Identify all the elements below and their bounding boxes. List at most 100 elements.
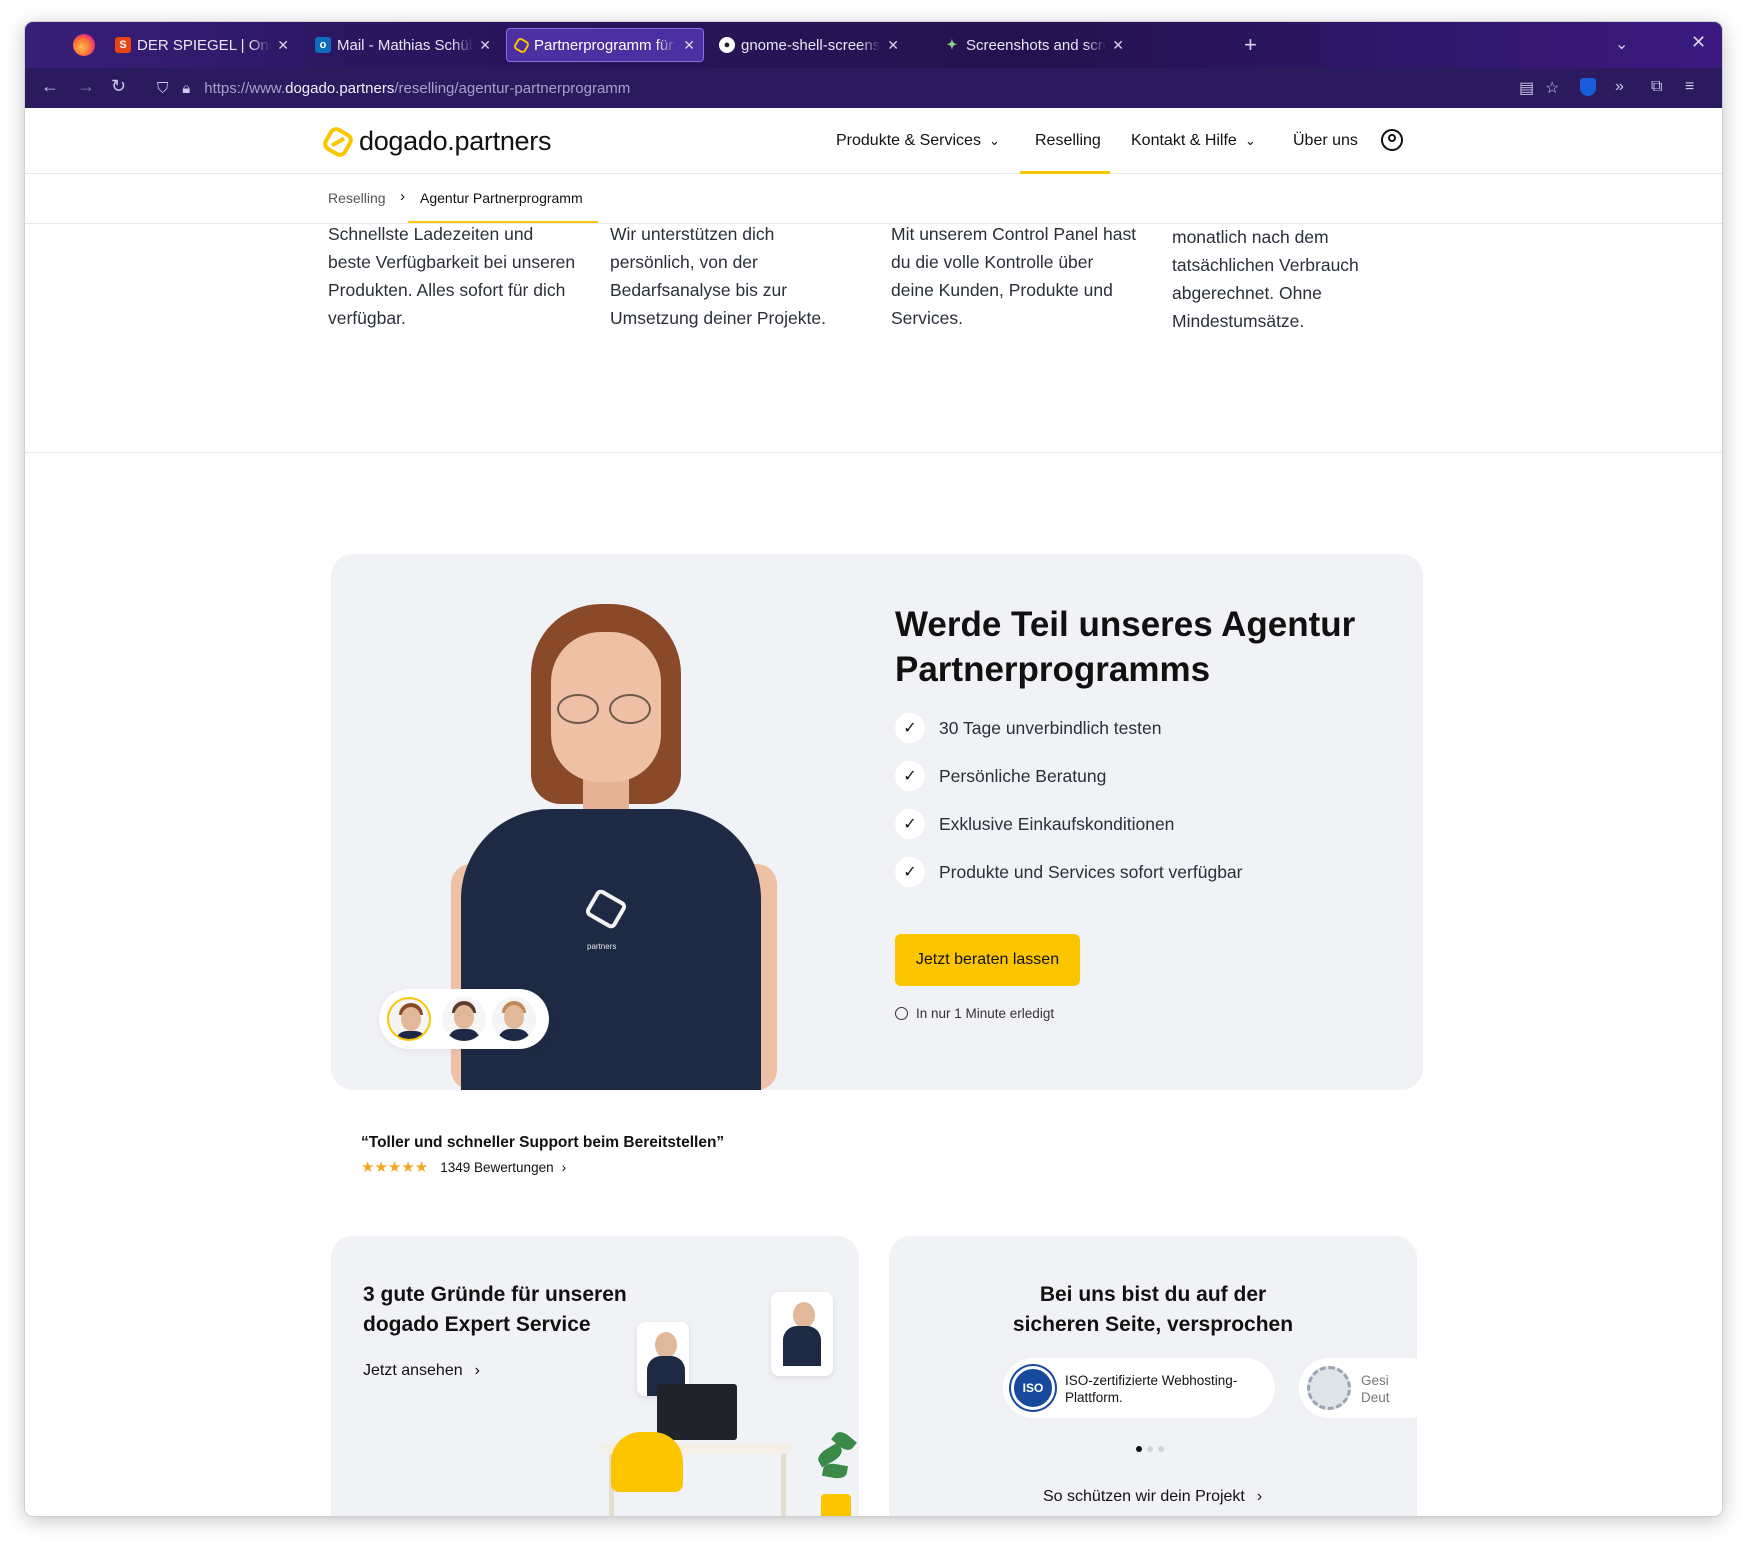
new-tab-button[interactable]: + <box>1244 32 1257 58</box>
reader-view-icon[interactable]: ▤ <box>1519 78 1534 98</box>
close-icon[interactable]: ✕ <box>277 37 289 54</box>
avatar[interactable] <box>492 997 536 1041</box>
nav-about[interactable]: Über uns <box>1293 132 1358 150</box>
reload-icon[interactable]: ↻ <box>111 76 126 97</box>
trust-badge[interactable]: Gesi Deut <box>1299 1358 1417 1418</box>
dogado-logo-icon <box>320 123 356 160</box>
nav-products[interactable]: Produkte & Services ⌄ <box>836 132 1000 150</box>
list-item: ✓ 30 Tage unverbindlich testen <box>895 704 1243 752</box>
consultation-button[interactable]: Jetzt beraten lassen <box>895 934 1080 986</box>
close-icon[interactable]: ✕ <box>683 37 695 54</box>
review-summary[interactable]: “Toller und schneller Support beim Berei… <box>361 1134 724 1176</box>
partner-hero-card: partners Werde Teil unseres Agentur Part… <box>331 554 1423 1090</box>
tab-label: Mail - Mathias Schübel - Outlook <box>337 36 474 54</box>
checkmark-icon: ✓ <box>895 761 925 791</box>
card-title: Bei uns bist du auf der sicheren Seite, … <box>1012 1283 1294 1336</box>
overflow-chevrons-icon[interactable]: » <box>1615 78 1624 96</box>
review-count: 1349 Bewertungen <box>440 1159 554 1175</box>
url-host: dogado.partners <box>285 79 395 97</box>
chevron-right-icon: › <box>474 1362 480 1379</box>
window-close-icon[interactable]: ✕ <box>1691 32 1706 53</box>
security-link[interactable]: So schützen wir dein Projekt › <box>1043 1488 1262 1506</box>
hero-title: Werde Teil unseres Agentur Partnerprogra… <box>895 605 1356 689</box>
team-photo <box>771 1292 833 1376</box>
tab-label: gnome-shell-screenshot/ <box>741 36 881 54</box>
outlook-icon: o <box>315 37 331 53</box>
chevron-right-icon: › <box>400 188 405 205</box>
tab-gnome[interactable]: ✦ Screenshots and screencasts ✕ <box>936 28 1132 62</box>
nav-contact[interactable]: Kontakt & Hilfe ⌄ <box>1131 132 1256 150</box>
tab-label: Partnerprogramm für Agenturen <box>534 36 677 54</box>
checkmark-icon: ✓ <box>895 809 925 839</box>
chevron-right-icon: › <box>561 1159 567 1175</box>
breadcrumb-current: Agentur Partnerprogramm <box>420 190 583 206</box>
avatar[interactable] <box>387 997 431 1041</box>
iso-seal-icon: ISO <box>1011 1366 1055 1410</box>
logo-text: dogado.partners <box>359 126 552 156</box>
close-icon[interactable]: ✕ <box>887 37 899 54</box>
carousel-dot[interactable] <box>1136 1446 1142 1452</box>
user-account-icon[interactable] <box>1381 129 1403 151</box>
tab-label: DER SPIEGEL | Online-Nachrichten <box>137 36 272 54</box>
expert-service-link[interactable]: Jetzt ansehen › <box>363 1362 480 1380</box>
card-title: 3 gute Gründe für unseren dogado Expert … <box>363 1283 627 1336</box>
checkmark-icon: ✓ <box>895 857 925 887</box>
firefox-icon[interactable] <box>73 34 95 56</box>
chevron-down-icon: ⌄ <box>988 133 1000 148</box>
bookmark-star-icon[interactable]: ☆ <box>1545 78 1559 98</box>
iso-badge[interactable]: ISO ISO-zertifizierte Webhosting- Plattf… <box>1003 1358 1275 1418</box>
spiegel-icon: S <box>115 37 131 53</box>
lock-icon[interactable]: 🔒︎ <box>182 80 190 97</box>
extensions-icon[interactable]: ⧉ <box>1651 78 1662 96</box>
forward-arrow-icon[interactable]: → <box>77 76 95 97</box>
security-card: Bei uns bist du auf der sicheren Seite, … <box>889 1236 1417 1516</box>
url-prefix: https://www. <box>204 79 286 97</box>
nav-reselling[interactable]: Reselling <box>1035 132 1101 150</box>
expert-service-card: 3 gute Gründe für unseren dogado Expert … <box>331 1236 859 1516</box>
close-icon[interactable]: ✕ <box>1112 37 1124 54</box>
office-illustration <box>601 1292 859 1516</box>
bitwarden-icon[interactable] <box>1580 78 1596 96</box>
carousel-dots[interactable] <box>1136 1446 1164 1452</box>
shield-icon[interactable]: ⛉ <box>157 80 168 97</box>
carousel-dot[interactable] <box>1158 1446 1164 1452</box>
chevron-right-icon: › <box>1256 1488 1263 1505</box>
url-path: /reselling/agentur-partnerprogramm <box>394 79 631 97</box>
feature-text: Wir unterstützen dich persönlich, von de… <box>610 224 826 328</box>
site-logo[interactable]: dogado.partners <box>320 123 552 160</box>
feature-text: monatlich nach dem tatsächlichen Verbrau… <box>1172 227 1359 331</box>
dogado-icon <box>512 36 531 54</box>
carousel-dot[interactable] <box>1147 1446 1153 1452</box>
tab-label: Screenshots and screencasts <box>966 36 1106 54</box>
feature-text: Schnellste Ladezeiten und beste Verfügba… <box>328 224 576 328</box>
web-page: dogado.partners Produkte & Services ⌄ Res… <box>25 108 1722 1516</box>
avatar[interactable] <box>442 997 486 1041</box>
tab-bar: S DER SPIEGEL | Online-Nachrichten ✕ o M… <box>25 22 1722 68</box>
list-item: ✓ Persönliche Beratung <box>895 752 1243 800</box>
star-rating-icon: ★★★★★ <box>361 1159 429 1176</box>
review-quote: “Toller und schneller Support beim Berei… <box>361 1134 725 1151</box>
close-icon[interactable]: ✕ <box>479 37 491 54</box>
back-arrow-icon[interactable]: ← <box>41 76 59 97</box>
tab-spiegel[interactable]: S DER SPIEGEL | Online-Nachrichten ✕ <box>107 28 297 62</box>
chevron-down-icon: ⌄ <box>1244 133 1256 148</box>
chevron-down-icon[interactable]: ⌄ <box>1615 34 1628 54</box>
list-item: ✓ Exklusive Einkaufskonditionen <box>895 800 1243 848</box>
menu-icon[interactable]: ≡ <box>1685 78 1694 96</box>
navigation-bar: ← → ↻ ⛉ 🔒︎ https://www. dogado.partners/r… <box>25 68 1722 108</box>
list-item: ✓ Produkte und Services sofort verfügbar <box>895 848 1243 896</box>
feature-text: Mit unserem Control Panel hast du die vo… <box>891 224 1137 328</box>
breadcrumb: Reselling › Agentur Partnerprogramm <box>25 174 1722 224</box>
site-header: dogado.partners Produkte & Services ⌄ Res… <box>25 108 1722 174</box>
benefits-list: ✓ 30 Tage unverbindlich testen ✓ Persönl… <box>895 704 1243 896</box>
breadcrumb-reselling[interactable]: Reselling <box>328 190 386 206</box>
section-divider <box>25 452 1722 453</box>
clock-icon <box>895 1007 908 1020</box>
gnome-icon: ✦ <box>946 37 958 52</box>
checkmark-icon: ✓ <box>895 713 925 743</box>
tab-github[interactable]: ● gnome-shell-screenshot/ ✕ <box>711 28 907 62</box>
tab-outlook[interactable]: o Mail - Mathias Schübel - Outlook ✕ <box>307 28 499 62</box>
review-rating[interactable]: ★★★★★ 1349 Bewertungen › <box>361 1158 724 1176</box>
url-bar[interactable]: ⛉ 🔒︎ https://www. dogado.partners/reselli… <box>145 72 1485 104</box>
tab-dogado[interactable]: Partnerprogramm für Agenturen ✕ <box>506 28 704 62</box>
